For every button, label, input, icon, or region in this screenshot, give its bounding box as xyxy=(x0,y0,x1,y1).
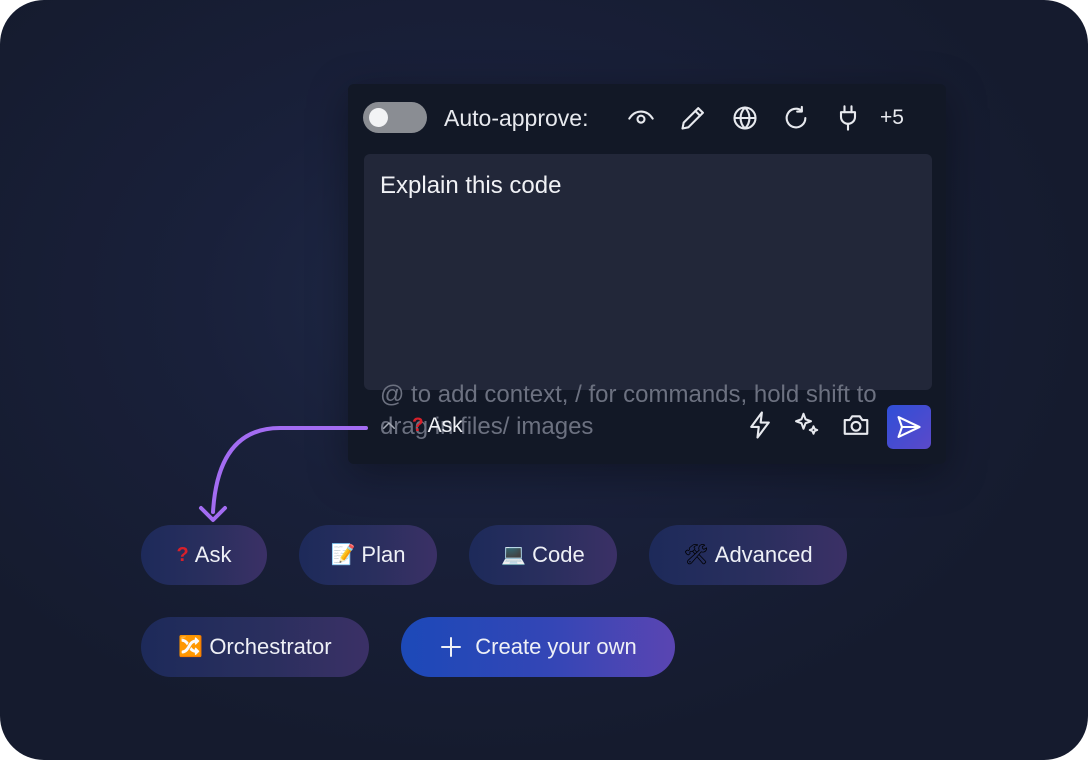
mode-chip-label: Code xyxy=(532,542,585,567)
question-icon: ? xyxy=(176,544,189,566)
eye-icon[interactable] xyxy=(625,102,657,134)
message-input[interactable]: Explain this code @ to add context, / fo… xyxy=(364,154,932,440)
create-your-own-label: Create your own xyxy=(475,634,637,659)
question-icon: ? xyxy=(412,415,424,436)
auto-approve-toggle[interactable] xyxy=(363,102,427,133)
message-input-value: Explain this code xyxy=(380,172,562,199)
canvas: Auto-approve: +5 Explain this code @ to … xyxy=(0,0,1088,760)
shuffle-icon: 🔀 xyxy=(178,636,204,658)
mode-selector[interactable]: ? Ask xyxy=(380,410,463,442)
auto-approve-toolbar: Auto-approve: +5 xyxy=(348,84,946,152)
mode-chip-ask[interactable]: ? Ask xyxy=(141,525,267,585)
plug-icon[interactable] xyxy=(832,102,864,134)
mode-chip-orchestrator[interactable]: 🔀 Orchestrator xyxy=(141,617,369,677)
mode-chip-advanced[interactable]: 🛠 Advanced xyxy=(649,525,847,585)
more-options[interactable]: +5 xyxy=(880,103,904,133)
lightning-icon[interactable] xyxy=(742,407,778,443)
curved-arrow-icon xyxy=(199,426,368,522)
mode-chip-plan[interactable]: 📝 Plan xyxy=(299,525,437,585)
send-icon xyxy=(897,416,921,438)
send-button[interactable] xyxy=(887,405,931,449)
mode-chip-label: Plan xyxy=(361,542,406,567)
refresh-icon[interactable] xyxy=(780,102,812,134)
laptop-icon: 💻 xyxy=(501,544,527,566)
camera-icon[interactable] xyxy=(838,407,874,443)
mode-chip-label: Orchestrator xyxy=(209,634,332,659)
auto-approve-label: Auto-approve: xyxy=(444,105,589,131)
mode-chip-label: Ask xyxy=(194,542,232,567)
mode-selector-label: Ask xyxy=(427,414,463,437)
pencil-icon[interactable] xyxy=(677,102,709,134)
toggle-knob xyxy=(369,108,388,127)
globe-icon[interactable] xyxy=(729,102,761,134)
plus-icon xyxy=(441,637,462,657)
input-footer: ? Ask xyxy=(348,400,946,460)
sparkles-icon[interactable] xyxy=(788,407,824,443)
chevron-up-icon xyxy=(383,422,395,429)
chat-panel: Auto-approve: +5 Explain this code @ to … xyxy=(348,84,946,464)
mode-chip-label: Advanced xyxy=(714,542,813,567)
create-your-own-button[interactable]: Create your own xyxy=(401,617,675,677)
memo-icon: 📝 xyxy=(330,544,356,566)
mode-chip-code[interactable]: 💻 Code xyxy=(469,525,617,585)
tools-icon: 🛠 xyxy=(683,544,709,566)
